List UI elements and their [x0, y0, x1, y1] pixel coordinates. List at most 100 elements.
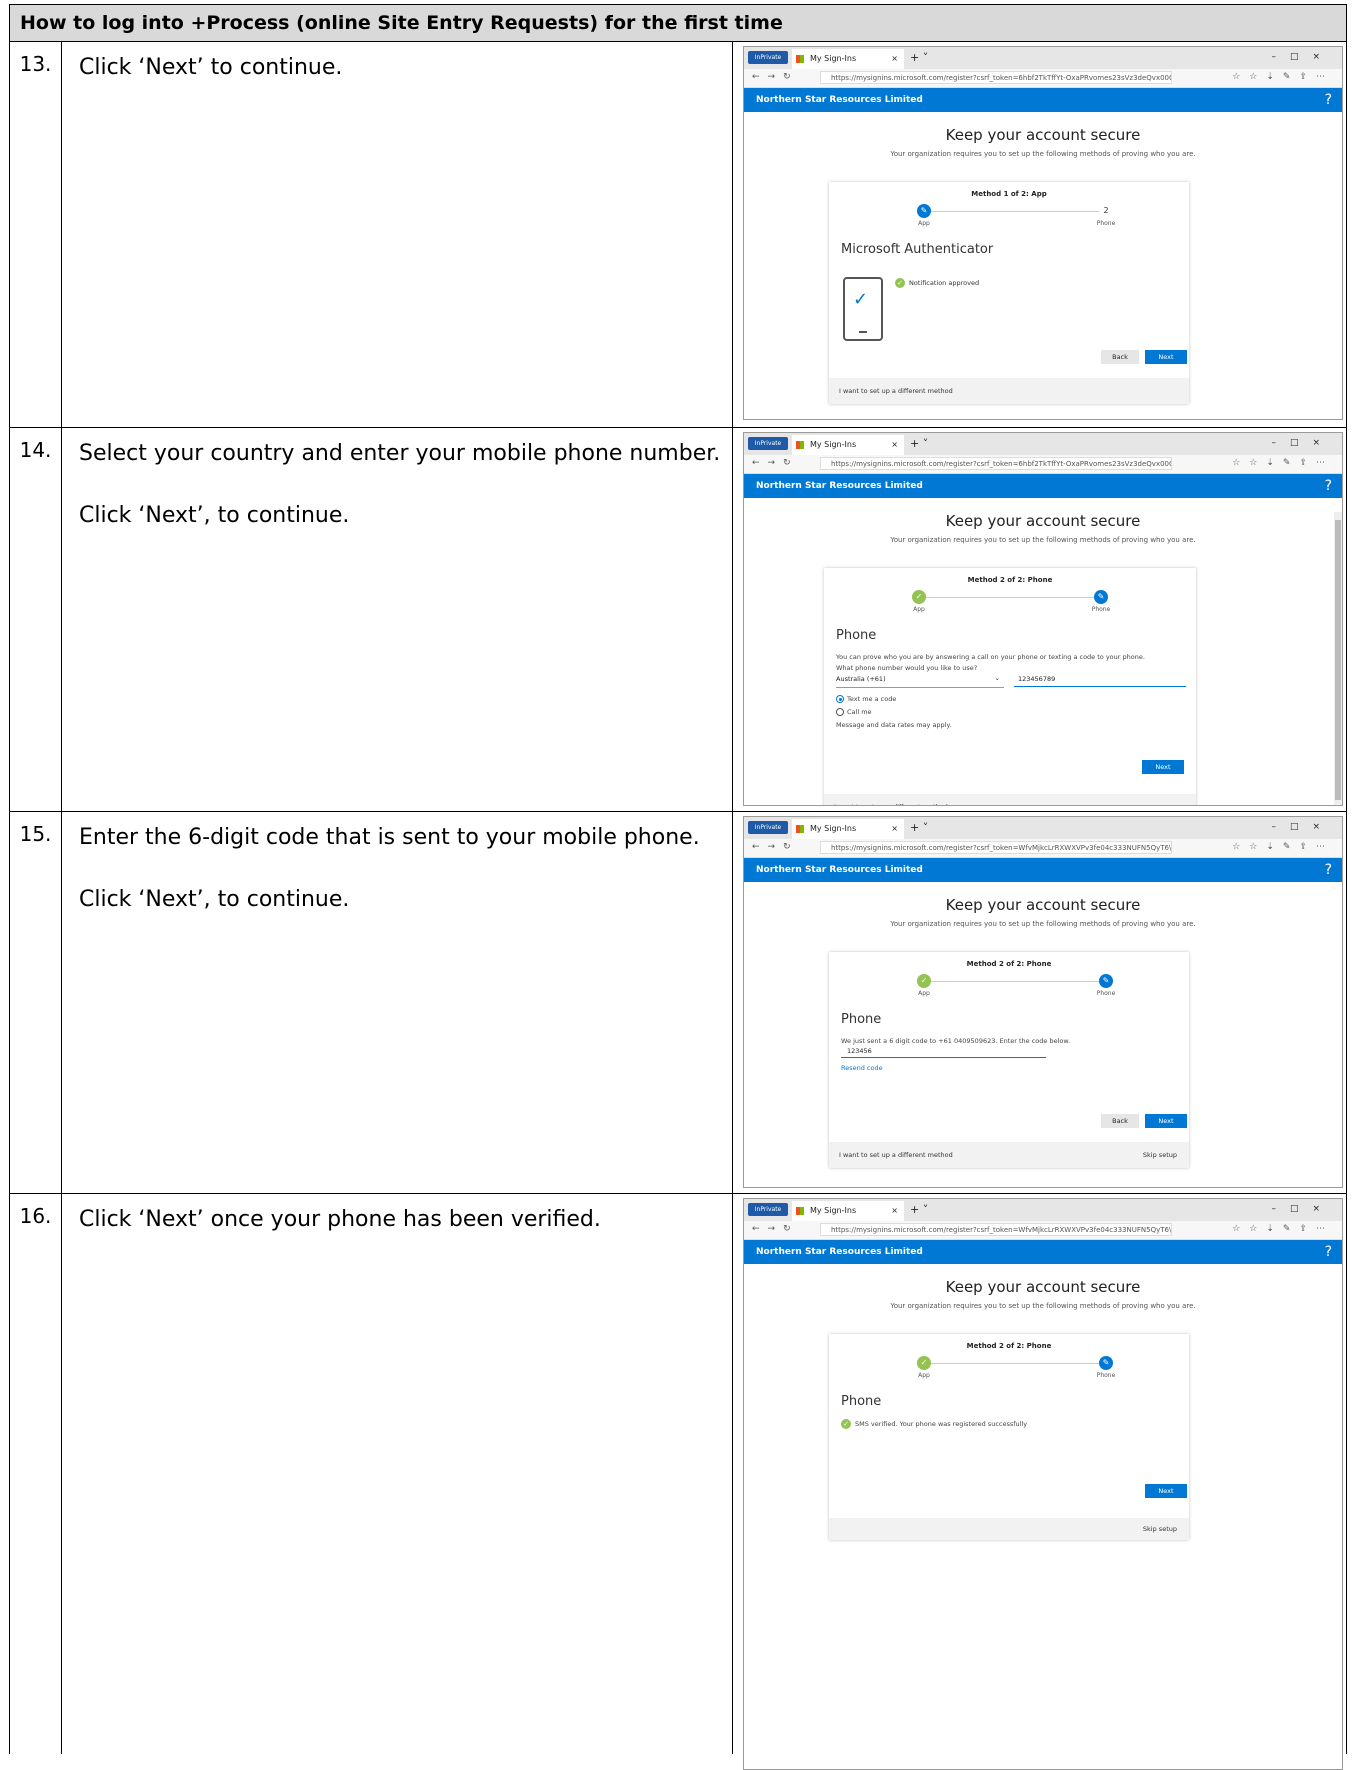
page-subtitle: Your organization requires you to set up…	[890, 1302, 1196, 1310]
new-tab-icon[interactable]: + ˅	[910, 51, 928, 64]
toolbar-icons[interactable]: ☆☆⇣✎⇪⋯	[1232, 842, 1334, 852]
url-field[interactable]: https://mysignins.microsoft.com/register…	[820, 457, 1172, 470]
close-tab-icon[interactable]: ×	[891, 49, 898, 69]
step-number: 14.	[10, 428, 62, 811]
browser-tab-bar: InPrivate My Sign-Ins × + ˅ –□×	[744, 433, 1342, 455]
screenshot-cell: InPrivate My Sign-Ins × + ˅ –□× ←→↻ https…	[734, 428, 1346, 811]
checkmark-icon: ✓	[912, 590, 926, 604]
step-row-13: 13. Click ‘Next’ to continue. InPrivate …	[9, 42, 1347, 428]
browser-tab[interactable]: My Sign-Ins ×	[792, 49, 904, 69]
different-method-link[interactable]: I want to set up a different method	[834, 803, 948, 805]
window-controls[interactable]: –□×	[1271, 822, 1334, 832]
step-indicator: ✓ App ✎ Phone	[824, 588, 1196, 620]
phone-button-icon	[859, 331, 867, 333]
signin-page: Keep your account secure Your organizati…	[744, 1278, 1342, 1769]
help-icon[interactable]: ?	[1325, 858, 1332, 882]
country-select[interactable]: Australia (+61) ⌄	[836, 674, 1004, 688]
page-title: Keep your account secure	[945, 896, 1141, 914]
next-button[interactable]: Next	[1145, 1114, 1187, 1128]
next-button[interactable]: Next	[1142, 760, 1184, 774]
url-field[interactable]: https://mysignins.microsoft.com/register…	[820, 71, 1172, 84]
skip-setup-link[interactable]: Skip setup	[1143, 1518, 1177, 1540]
step-line	[919, 597, 1094, 598]
step-instructions: Click ‘Next’ once your phone has been ve…	[63, 1194, 733, 1754]
instruction-text: Click ‘Next’ to continue.	[79, 55, 343, 80]
help-icon[interactable]: ?	[1325, 474, 1332, 498]
next-button[interactable]: Next	[1145, 350, 1187, 364]
resend-code-link[interactable]: Resend code	[841, 1064, 1189, 1072]
card-footer: I want to set up a different method	[829, 378, 1189, 404]
phone-question: What phone number would you like to use?	[836, 664, 978, 672]
step-label-app: App	[918, 220, 930, 227]
step-indicator: ✎ App 2 Phone	[829, 202, 1189, 234]
different-method-link[interactable]: I want to set up a different method	[839, 1151, 953, 1159]
new-tab-icon[interactable]: + ˅	[910, 821, 928, 834]
text-code-option[interactable]: Text me a code	[836, 695, 1196, 703]
card-footer: I want to set up a different method Skip …	[829, 1142, 1189, 1168]
scrollbar-thumb[interactable]	[1335, 520, 1341, 800]
address-bar: ←→↻ https://mysignins.microsoft.com/regi…	[744, 839, 1342, 858]
toolbar-icons[interactable]: ☆☆⇣✎⇪⋯	[1232, 458, 1334, 468]
page-title: Keep your account secure	[945, 512, 1141, 530]
call-me-option[interactable]: Call me	[836, 708, 1196, 716]
browser-tab[interactable]: My Sign-Ins ×	[792, 435, 904, 455]
browser-screenshot: InPrivate My Sign-Ins × + ˅ –□× ←→↻ https…	[743, 46, 1343, 420]
navigation-icons[interactable]: ←→↻	[752, 458, 799, 468]
sms-verified-status: ✓ SMS verified. Your phone was registered…	[841, 1419, 1189, 1429]
new-tab-icon[interactable]: + ˅	[910, 1203, 928, 1216]
success-check-icon: ✓	[895, 278, 905, 288]
radio-unselected-icon[interactable]	[836, 708, 844, 716]
radio-selected-icon[interactable]	[836, 695, 844, 703]
scrollbar[interactable]	[1334, 512, 1342, 805]
step-number: 13.	[10, 42, 62, 427]
help-icon[interactable]: ?	[1325, 88, 1332, 112]
org-name: Northern Star Resources Limited	[756, 1247, 923, 1257]
screenshot-cell: InPrivate My Sign-Ins × + ˅ –□× ←→↻ https…	[734, 812, 1346, 1193]
setup-card: Method 2 of 2: Phone ✓ App ✎ Phone Phone…	[829, 952, 1189, 1168]
page-subtitle: Your organization requires you to set up…	[890, 536, 1196, 544]
step-label-phone: Phone	[1096, 990, 1116, 997]
next-button[interactable]: Next	[1145, 1484, 1187, 1498]
phone-description: You can prove who you are by answering a…	[836, 653, 1145, 661]
phone-title: Phone	[841, 1394, 882, 1409]
close-tab-icon[interactable]: ×	[891, 819, 898, 839]
success-check-icon: ✓	[841, 1419, 851, 1429]
close-tab-icon[interactable]: ×	[891, 1201, 898, 1221]
code-input[interactable]: 123456	[841, 1047, 1046, 1058]
browser-tab[interactable]: My Sign-Ins ×	[792, 1201, 904, 1221]
address-bar: ←→↻ https://mysignins.microsoft.com/regi…	[744, 69, 1342, 88]
instruction-text: Select your country and enter your mobil…	[79, 441, 721, 466]
help-icon[interactable]: ?	[1325, 1240, 1332, 1264]
navigation-icons[interactable]: ←→↻	[752, 72, 799, 82]
phone-number-input[interactable]: 123456789	[1014, 675, 1186, 687]
window-controls[interactable]: –□×	[1271, 438, 1334, 448]
page-subtitle: Your organization requires you to set up…	[890, 150, 1196, 158]
window-controls[interactable]: –□×	[1271, 1204, 1334, 1214]
method-progress: Method 2 of 2: Phone	[966, 1342, 1052, 1350]
url-field[interactable]: https://mysignins.microsoft.com/register…	[820, 841, 1172, 854]
step-label-phone: Phone	[1096, 1372, 1116, 1379]
step-label-phone: Phone	[1091, 606, 1111, 613]
window-controls[interactable]: –□×	[1271, 52, 1334, 62]
url-field[interactable]: https://mysignins.microsoft.com/register…	[820, 1223, 1172, 1236]
different-method-link[interactable]: I want to set up a different method	[839, 387, 953, 395]
back-button[interactable]: Back	[1101, 350, 1139, 364]
close-tab-icon[interactable]: ×	[891, 435, 898, 455]
code-sent-message: We just sent a 6 digit code to +61 04095…	[841, 1037, 1071, 1045]
microsoft-logo-icon	[796, 1207, 804, 1215]
checkmark-icon: ✓	[853, 289, 869, 310]
card-footer: I want to set up a different method	[824, 794, 1196, 805]
toolbar-icons[interactable]: ☆☆⇣✎⇪⋯	[1232, 1224, 1334, 1234]
toolbar-icons[interactable]: ☆☆⇣✎⇪⋯	[1232, 72, 1334, 82]
browser-tab[interactable]: My Sign-Ins ×	[792, 819, 904, 839]
skip-setup-link[interactable]: Skip setup	[1143, 1142, 1177, 1168]
back-button[interactable]: Back	[1101, 1114, 1139, 1128]
step-line	[924, 1363, 1099, 1364]
page-title: Keep your account secure	[945, 126, 1141, 144]
navigation-icons[interactable]: ←→↻	[752, 1224, 799, 1234]
navigation-icons[interactable]: ←→↻	[752, 842, 799, 852]
browser-screenshot: InPrivate My Sign-Ins × + ˅ –□× ←→↻ https…	[743, 1198, 1343, 1770]
phone-number-value: 123456789	[1018, 675, 1056, 683]
step-line	[924, 211, 1099, 212]
new-tab-icon[interactable]: + ˅	[910, 437, 928, 450]
